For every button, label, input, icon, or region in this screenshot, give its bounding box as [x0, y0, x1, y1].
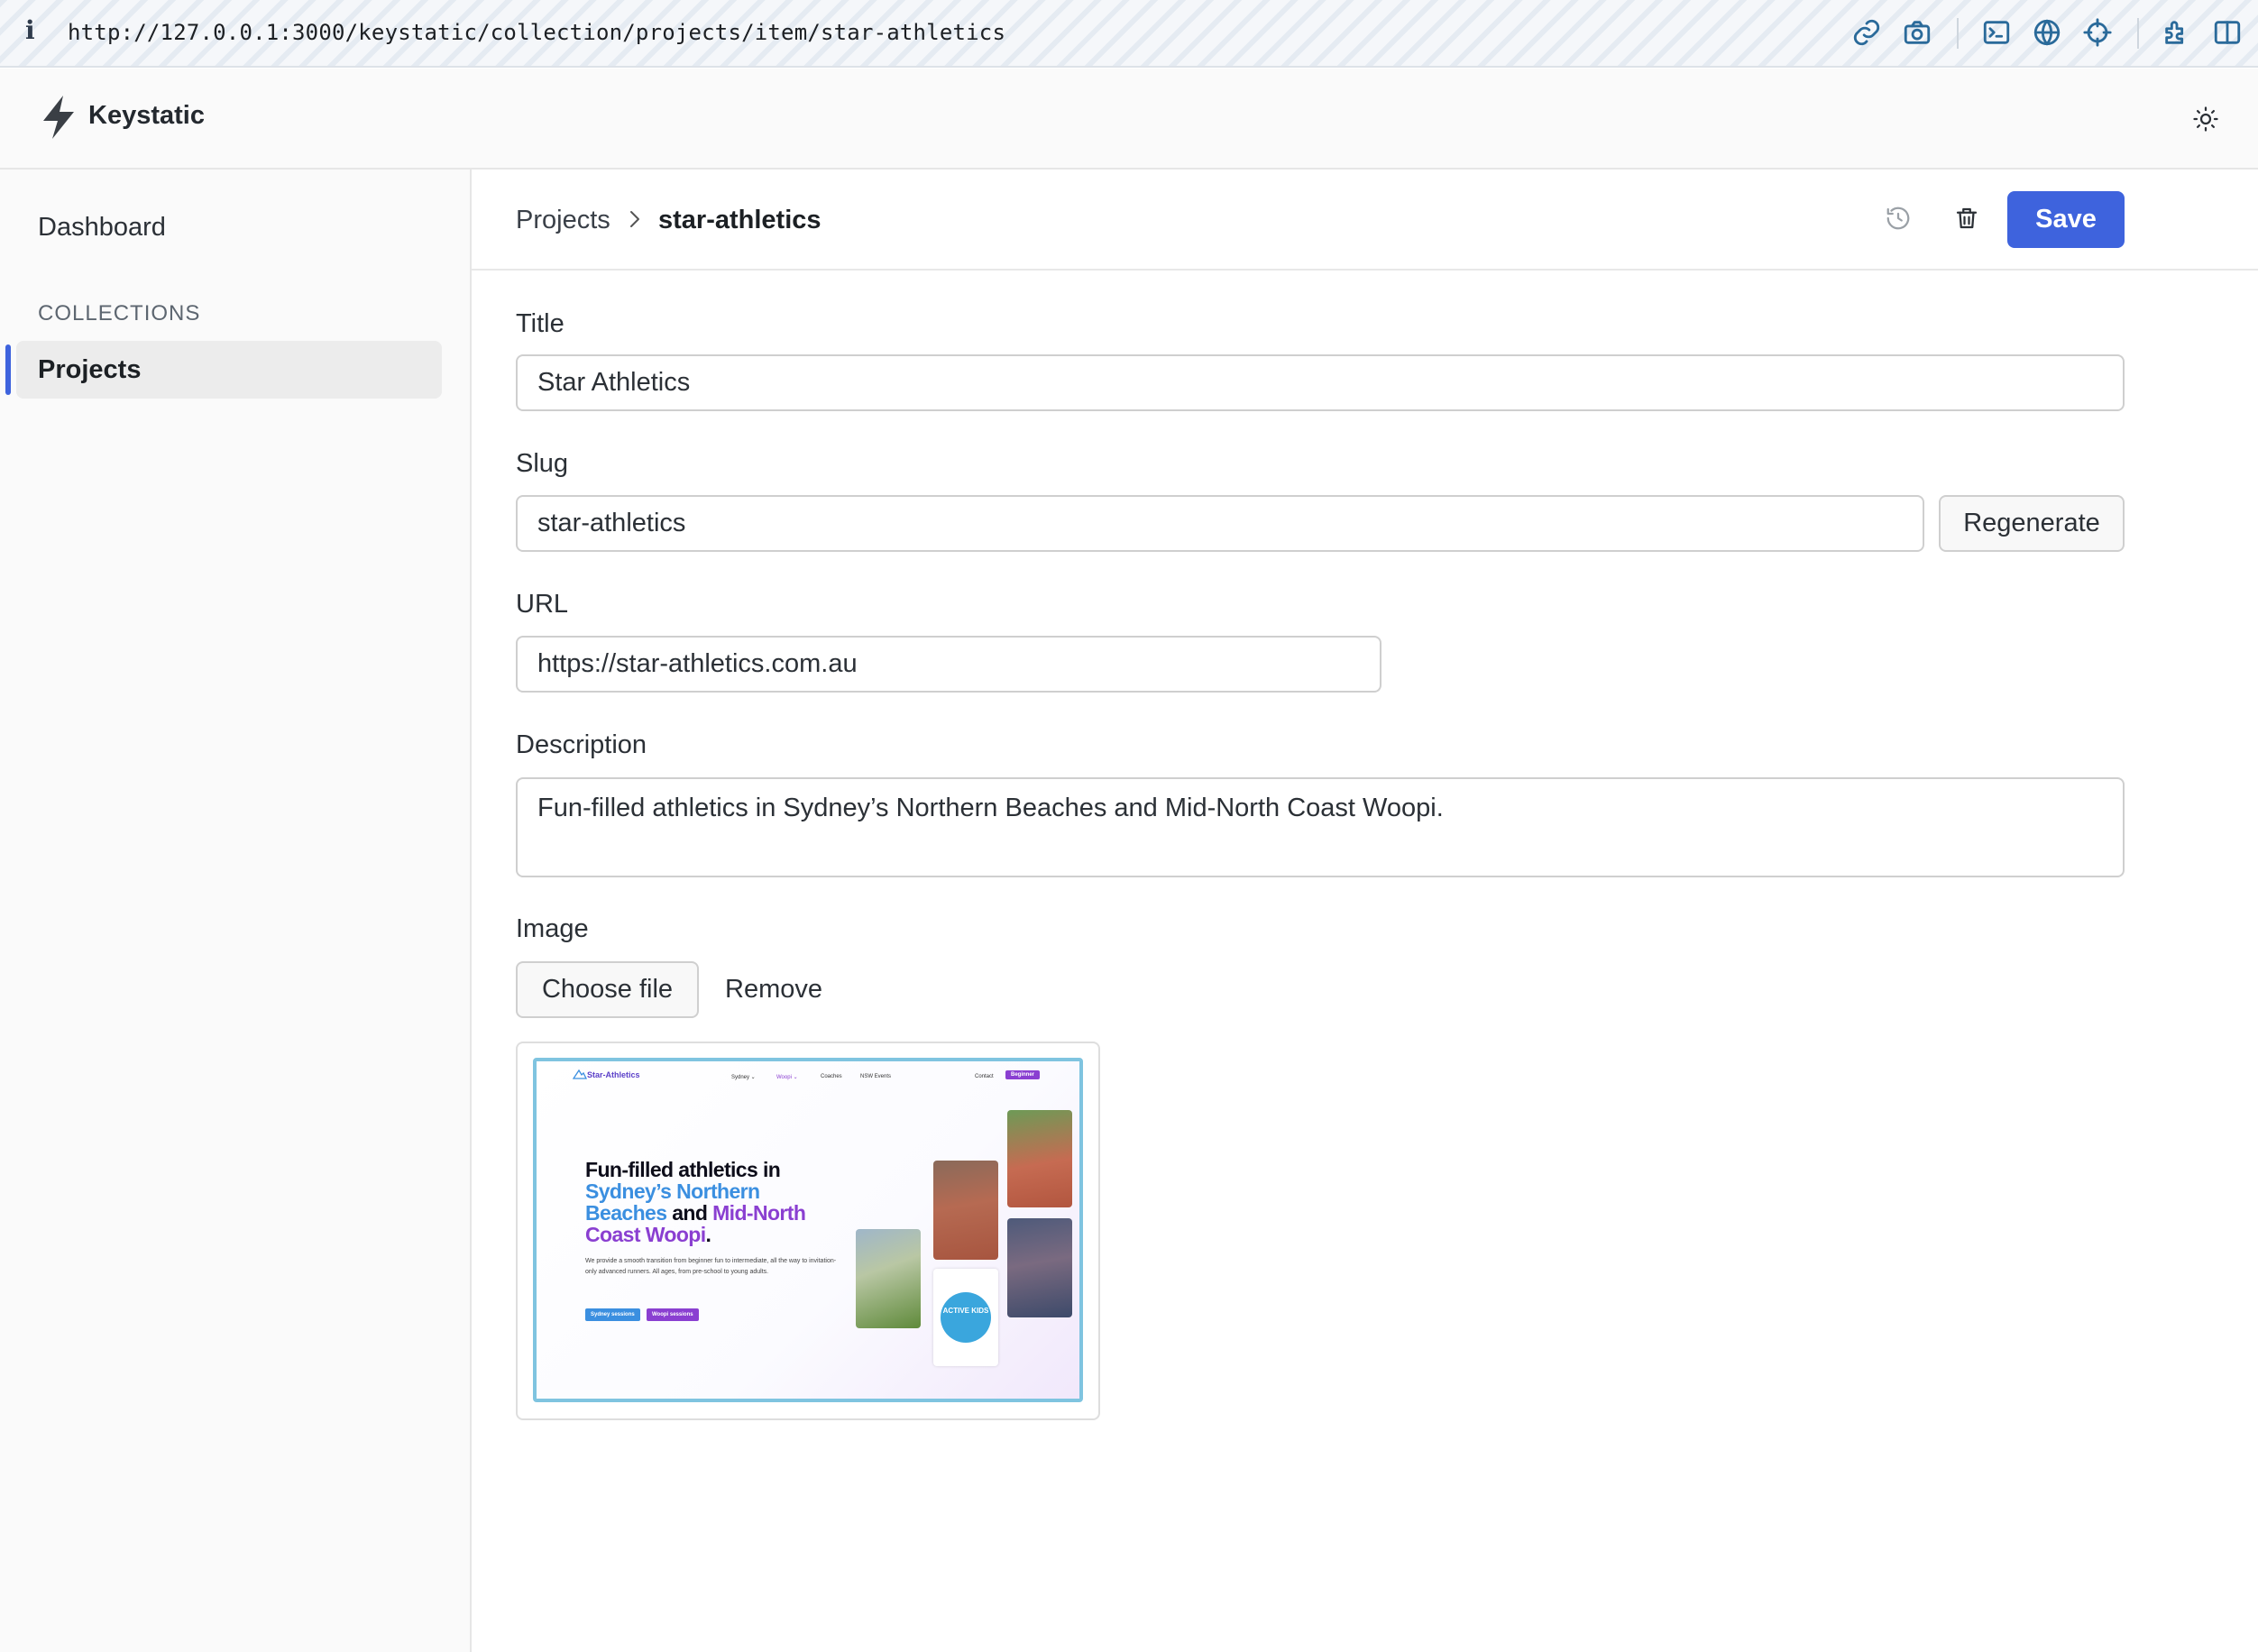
description-textarea[interactable]: Fun-filled athletics in Sydney’s Norther…	[516, 777, 2125, 877]
crosshair-icon[interactable]	[2081, 16, 2114, 49]
url-input[interactable]	[516, 636, 1381, 693]
toolbar-divider	[2137, 18, 2139, 49]
preview-badge-card: ACTIVE KIDS	[933, 1269, 998, 1366]
slug-input[interactable]	[516, 495, 1924, 552]
preview-woopi-button: Woopi sessions	[647, 1308, 699, 1321]
terminal-icon[interactable]	[1980, 16, 2013, 49]
preview-nav-cta: Beginner	[1005, 1070, 1041, 1079]
remove-image-button[interactable]: Remove	[715, 961, 832, 1018]
preview-nav-item: Sydney ⌄	[731, 1075, 756, 1080]
sidebar-item-projects[interactable]: Projects	[5, 341, 442, 399]
slug-label: Slug	[516, 449, 569, 478]
title-input[interactable]	[516, 354, 2125, 411]
image-preview: Star-Athletics Sydney ⌄ Woopi ⌄ Coaches …	[516, 1042, 1100, 1420]
image-label: Image	[516, 914, 589, 943]
info-icon[interactable]: i	[25, 15, 35, 45]
keystatic-logo-icon	[43, 96, 74, 139]
sidebar-section-heading: COLLECTIONS	[38, 301, 201, 326]
mountain-logo-icon	[573, 1069, 587, 1079]
preview-nav-item: NSW Events	[860, 1074, 892, 1079]
save-button[interactable]: Save	[2007, 191, 2125, 248]
project-screenshot: Star-Athletics Sydney ⌄ Woopi ⌄ Coaches …	[533, 1058, 1083, 1402]
active-kids-badge: ACTIVE KIDS	[941, 1292, 991, 1343]
url-label: URL	[516, 590, 569, 619]
history-icon[interactable]	[1880, 200, 1916, 236]
app-header: Keystatic	[0, 69, 2258, 170]
sidebar-item-label: Projects	[38, 355, 142, 384]
preview-heading-line: Sydney’s Northern	[585, 1179, 760, 1203]
preview-heading-line: Coast Woopi.	[585, 1223, 711, 1246]
globe-icon[interactable]	[2031, 16, 2063, 49]
sidebar: Dashboard COLLECTIONS Projects	[0, 170, 472, 1652]
preview-nav-item: Coaches	[821, 1074, 842, 1079]
url-text[interactable]: http://127.0.0.1:3000/keystatic/collecti…	[68, 20, 1005, 45]
preview-photo	[1007, 1110, 1072, 1207]
preview-nav-item: Contact	[975, 1074, 994, 1079]
regenerate-button[interactable]: Regenerate	[1939, 495, 2125, 552]
sidebar-toggle-icon[interactable]	[2211, 16, 2244, 49]
breadcrumb-projects[interactable]: Projects	[516, 206, 610, 235]
title-label: Title	[516, 309, 564, 338]
description-label: Description	[516, 730, 647, 759]
browser-url-bar: i http://127.0.0.1:3000/keystatic/collec…	[0, 0, 2258, 68]
active-indicator	[5, 344, 11, 395]
camera-icon[interactable]	[1901, 16, 1933, 49]
preview-photo	[856, 1229, 921, 1328]
preview-heading-line: Beaches and Mid-North	[585, 1201, 806, 1225]
preview-photo	[933, 1161, 998, 1260]
sidebar-item-dashboard[interactable]: Dashboard	[38, 213, 166, 243]
trash-icon[interactable]	[1949, 200, 1985, 236]
toolbar-divider	[1957, 18, 1959, 49]
preview-nav-item: Woopi ⌄	[776, 1075, 798, 1080]
preview-heading-line: Fun-filled athletics in	[585, 1158, 781, 1181]
preview-logo-text: Star-Athletics	[587, 1070, 640, 1079]
chevron-right-icon	[630, 211, 639, 227]
choose-file-button[interactable]: Choose file	[516, 961, 699, 1018]
preview-paragraph: We provide a smooth transition from begi…	[585, 1258, 837, 1275]
main-content: Projects star-athletics Save Title Slug …	[472, 170, 2258, 1652]
app-name: Keystatic	[88, 101, 205, 130]
preview-photo	[1007, 1218, 1072, 1317]
editor-topbar: Projects star-athletics Save	[472, 170, 2258, 271]
preview-sydney-button: Sydney sessions	[585, 1308, 640, 1321]
link-icon[interactable]	[1850, 16, 1883, 49]
sun-icon[interactable]	[2189, 103, 2222, 135]
extension-icon[interactable]	[2161, 16, 2193, 49]
breadcrumb-current: star-athletics	[658, 206, 822, 234]
